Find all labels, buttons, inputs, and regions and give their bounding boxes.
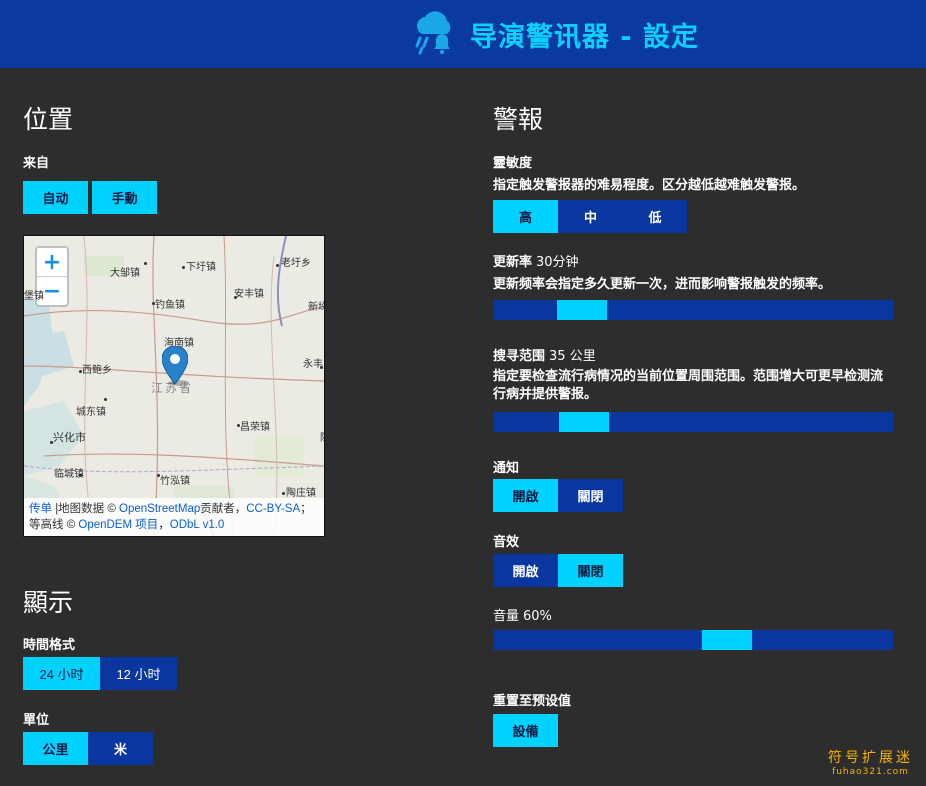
- notify-off-button[interactable]: 關閉: [558, 479, 623, 512]
- map-place: 兴化市: [53, 432, 86, 444]
- map-place: 昌荣镇: [240, 422, 270, 433]
- watermark-title: 符号扩展迷: [828, 750, 913, 766]
- time-12h-button[interactable]: 12 小时: [100, 657, 177, 690]
- display-heading: 顯示: [23, 588, 74, 617]
- alerts-heading: 警報: [493, 105, 544, 134]
- sound-off-button[interactable]: 關閉: [558, 554, 623, 587]
- sensitivity-description: 指定触发警报器的难易程度。区分越低越难触发警报。: [493, 178, 806, 193]
- map-place: 下圩镇: [186, 262, 216, 273]
- map-place: 老圩乡: [281, 258, 311, 269]
- source-label: 来自: [23, 156, 50, 171]
- opendem-link[interactable]: OpenDEM 项目: [78, 519, 158, 531]
- search-range-label: 搜寻范围 35 公里: [493, 345, 596, 364]
- unit-km-button[interactable]: 公里: [23, 732, 88, 765]
- map-place-dot: [104, 398, 107, 401]
- search-range-description: 指定要检查流行病情况的当前位置周围范围。范围增大可更早检测流行病并提供警报。: [493, 369, 884, 402]
- reset-button[interactable]: 設備: [493, 714, 558, 747]
- sound-on-button[interactable]: 開啟: [493, 554, 558, 587]
- auto-button[interactable]: 自动: [23, 181, 88, 214]
- map-attribution: 传单 |地图数据 © OpenStreetMap贡献者，CC-BY-SA；等高线…: [24, 498, 324, 536]
- notify-on-button[interactable]: 開啟: [493, 479, 558, 512]
- cc-by-sa-link[interactable]: CC-BY-SA: [246, 503, 300, 515]
- search-range-value: 35 公里: [549, 349, 596, 364]
- rain-bell-icon: [410, 8, 458, 60]
- sensitivity-label: 靈敏度: [493, 156, 533, 171]
- source-toggle: 自动 手動: [23, 181, 157, 214]
- sound-toggle: 開啟 關閉: [493, 554, 623, 587]
- zoom-in-button[interactable]: +: [37, 248, 67, 276]
- watermark-url: fuhao321.com: [832, 767, 909, 777]
- volume-label: 音量 60%: [493, 605, 552, 624]
- sensitivity-toggle: 高 中 低: [493, 200, 687, 233]
- attribution-text: ，: [158, 519, 170, 531]
- map-place: 西鲍乡: [82, 365, 112, 376]
- map-place: 钓鱼镇: [155, 300, 185, 311]
- reset-group: 設備: [493, 714, 558, 747]
- refresh-rate-slider-thumb[interactable]: [557, 300, 607, 320]
- unit-label: 單位: [23, 713, 50, 728]
- map-place-dot: [144, 262, 147, 265]
- location-heading: 位置: [23, 105, 74, 134]
- search-range-title: 搜寻范围: [493, 349, 546, 364]
- manual-button[interactable]: 手動: [92, 181, 157, 214]
- refresh-rate-label: 更新率 30分钟: [493, 251, 579, 270]
- map-place: 新垛: [308, 302, 324, 313]
- map-place-dot: [182, 266, 185, 269]
- odbl-link[interactable]: ODbL v1.0: [170, 519, 225, 531]
- map-place: 竹泓镇: [160, 476, 190, 487]
- attribution-text: |地图数据 ©: [52, 503, 120, 515]
- map-place: 陈: [320, 429, 324, 444]
- map-place-dot: [276, 264, 279, 267]
- notify-toggle: 開啟 關閉: [493, 479, 623, 512]
- time-format-label: 時間格式: [23, 638, 76, 653]
- map-place: 陶庄镇: [286, 488, 316, 499]
- location-marker-icon[interactable]: [161, 345, 189, 390]
- volume-title: 音量: [493, 609, 520, 624]
- sensitivity-low-button[interactable]: 低: [623, 200, 687, 233]
- sensitivity-medium-button[interactable]: 中: [558, 200, 623, 233]
- refresh-rate-title: 更新率: [493, 255, 533, 270]
- map-place: 安丰镇: [234, 289, 264, 300]
- map-place: 堡镇: [24, 291, 44, 302]
- map-place: 城东镇: [76, 407, 106, 418]
- map-place-dot: [282, 492, 285, 495]
- search-range-slider-thumb[interactable]: [559, 412, 609, 432]
- refresh-rate-description: 更新频率会指定多久更新一次，进而影响警报触发的频率。: [493, 277, 832, 292]
- unit-mile-button[interactable]: 米: [88, 732, 153, 765]
- map-place: 临城镇: [54, 469, 84, 480]
- notify-label: 通知: [493, 461, 520, 476]
- map-place: 永丰: [303, 359, 323, 370]
- sensitivity-high-button[interactable]: 高: [493, 200, 558, 233]
- attribution-text: 贡献者，: [200, 503, 247, 515]
- map-place: 大邹镇: [110, 268, 140, 279]
- refresh-rate-slider[interactable]: [493, 300, 893, 320]
- refresh-rate-value: 30分钟: [536, 255, 579, 270]
- app-header: 导演警讯器 - 設定: [0, 0, 926, 68]
- leaflet-link[interactable]: 传单: [29, 503, 52, 515]
- time-format-toggle: 24 小时 12 小时: [23, 657, 177, 690]
- sound-label: 音效: [493, 535, 520, 550]
- volume-slider-thumb[interactable]: [702, 630, 752, 650]
- unit-toggle: 公里 米: [23, 732, 153, 765]
- watermark: 符号扩展迷 fuhao321.com: [828, 747, 913, 777]
- location-map[interactable]: + − 大邹镇 下圩镇 老圩乡 新垛 堡镇 安丰镇 钓鱼镇 海南镇 永丰 西鲍乡…: [23, 235, 325, 537]
- volume-slider[interactable]: [493, 630, 893, 650]
- search-range-slider[interactable]: [493, 412, 893, 432]
- reset-label: 重置至预设值: [493, 694, 572, 709]
- osm-link[interactable]: OpenStreetMap: [119, 503, 200, 515]
- volume-value: 60%: [523, 609, 552, 624]
- time-24h-button[interactable]: 24 小时: [23, 657, 100, 690]
- page-title: 导演警讯器 - 設定: [470, 21, 700, 53]
